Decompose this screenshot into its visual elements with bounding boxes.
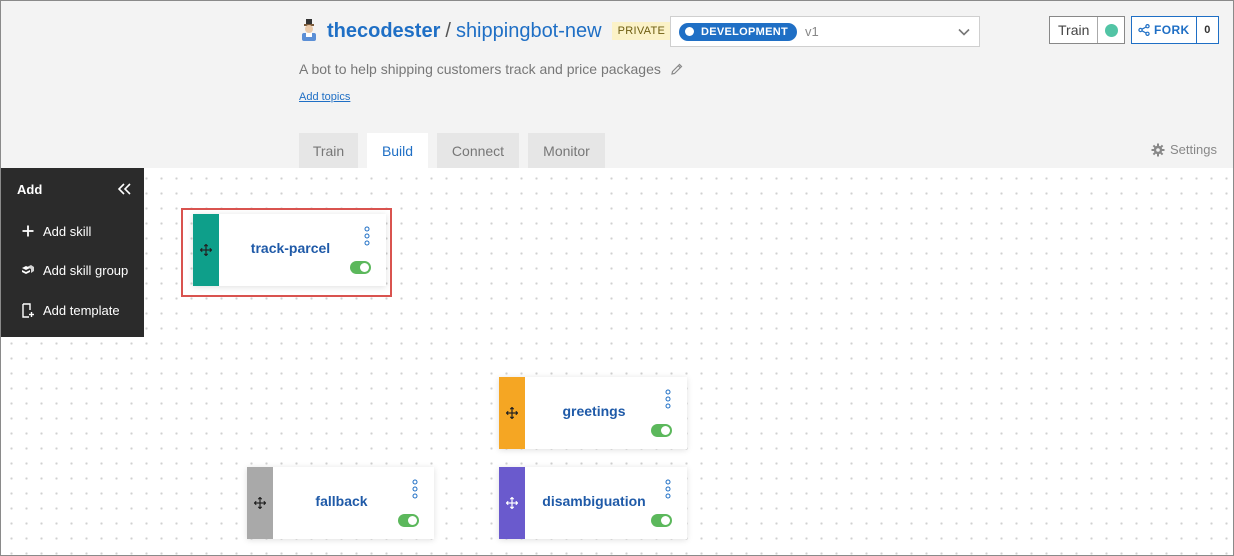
add-template-button[interactable]: Add template bbox=[21, 301, 120, 319]
add-skill-group-button[interactable]: Add skill group bbox=[21, 261, 128, 279]
settings-label: Settings bbox=[1170, 142, 1217, 157]
skill-enabled-toggle[interactable] bbox=[398, 514, 419, 527]
tab-train[interactable]: Train bbox=[299, 133, 358, 168]
drag-handle-icon[interactable] bbox=[247, 467, 273, 539]
more-options-icon[interactable] bbox=[412, 479, 418, 499]
add-panel-title: Add bbox=[17, 182, 43, 197]
skill-name: disambiguation bbox=[542, 493, 646, 509]
skill-name: fallback bbox=[315, 493, 368, 509]
drag-handle-icon[interactable] bbox=[499, 377, 525, 449]
tab-monitor[interactable]: Monitor bbox=[528, 133, 605, 168]
title-separator: / bbox=[445, 19, 451, 42]
bot-description: A bot to help shipping customers track a… bbox=[299, 61, 661, 77]
environment-select[interactable]: DEVELOPMENT v1 bbox=[670, 16, 980, 47]
skill-card-fallback[interactable]: fallback bbox=[247, 467, 434, 539]
skill-enabled-toggle[interactable] bbox=[651, 424, 672, 437]
train-status-dot-icon bbox=[1105, 23, 1119, 37]
environment-label: DEVELOPMENT bbox=[701, 25, 789, 38]
more-options-icon[interactable] bbox=[665, 479, 671, 499]
train-button-label: Train bbox=[1050, 17, 1099, 43]
repo-title: thecodester / shippingbot-new PRIVATE bbox=[299, 17, 672, 45]
environment-version: v1 bbox=[805, 24, 819, 39]
bot-description-row: A bot to help shipping customers track a… bbox=[299, 61, 684, 77]
tab-build[interactable]: Build bbox=[367, 133, 428, 168]
environment-dot-icon bbox=[685, 27, 694, 36]
app-frame: thecodester / shippingbot-new PRIVATE DE… bbox=[0, 0, 1234, 556]
repo-link[interactable]: shippingbot-new bbox=[456, 20, 602, 43]
skill-enabled-toggle[interactable] bbox=[651, 514, 672, 527]
environment-pill: DEVELOPMENT bbox=[679, 22, 798, 41]
private-badge: PRIVATE bbox=[611, 22, 672, 40]
fork-button-main[interactable]: FORK bbox=[1132, 17, 1197, 43]
add-skill-label: Add skill bbox=[43, 223, 92, 239]
settings-link[interactable]: Settings bbox=[1151, 142, 1217, 157]
owner-link[interactable]: thecodester bbox=[327, 20, 440, 43]
owner-avatar-icon bbox=[299, 18, 321, 44]
collapse-panel-icon[interactable] bbox=[116, 182, 132, 196]
template-icon bbox=[22, 302, 34, 318]
skill-card-greetings[interactable]: greetings bbox=[499, 377, 687, 449]
tab-connect[interactable]: Connect bbox=[437, 133, 519, 168]
fork-icon bbox=[1138, 24, 1150, 36]
drag-handle-icon[interactable] bbox=[499, 467, 525, 539]
chevron-down-icon bbox=[958, 28, 970, 36]
more-options-icon[interactable] bbox=[665, 389, 671, 409]
add-template-label: Add template bbox=[43, 302, 120, 318]
fork-label: FORK bbox=[1154, 23, 1190, 37]
gear-icon bbox=[1151, 143, 1165, 156]
add-skill-button[interactable]: Add skill bbox=[21, 222, 91, 240]
fork-count: 0 bbox=[1204, 24, 1211, 36]
fork-button[interactable]: FORK 0 bbox=[1131, 16, 1219, 44]
train-button[interactable]: Train bbox=[1049, 16, 1125, 44]
add-skill-group-label: Add skill group bbox=[43, 262, 129, 278]
selection-highlight bbox=[181, 208, 392, 297]
skill-group-icon bbox=[22, 265, 34, 274]
skill-card-disambiguation[interactable]: disambiguation bbox=[499, 467, 687, 539]
pencil-icon[interactable] bbox=[670, 62, 684, 76]
plus-icon bbox=[22, 225, 34, 237]
add-topics-link[interactable]: Add topics bbox=[299, 91, 350, 103]
tab-bar: Train Build Connect Monitor bbox=[299, 133, 614, 168]
skill-name: greetings bbox=[562, 403, 626, 419]
